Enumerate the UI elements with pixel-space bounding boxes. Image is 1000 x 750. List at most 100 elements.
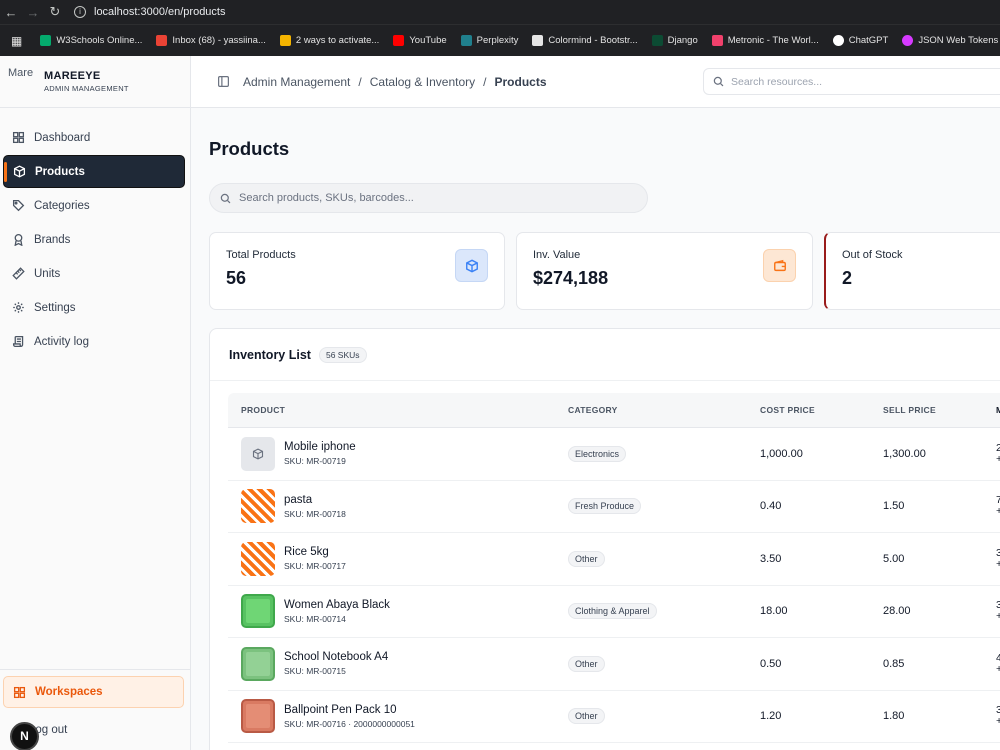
sidebar-item-dashboard[interactable]: Dashboard: [3, 121, 185, 154]
bookmark-activate[interactable]: 2 ways to activate...: [275, 35, 384, 46]
sidebar-nav: Dashboard Products Categories Brands Uni…: [0, 108, 190, 358]
product-cell: Rice 5kg SKU: MR-00717: [228, 541, 568, 576]
sidebar-item-categories[interactable]: Categories: [3, 189, 185, 222]
sidebar-toggle-icon[interactable]: [217, 75, 230, 88]
sku-count-badge: 56 SKUs: [318, 346, 367, 363]
truncated-cell: 3 +: [996, 546, 1000, 570]
cost-price-cell: 1,000.00: [760, 447, 803, 460]
inventory-card: Inventory List 56 SKUs PRODUCT CATEGORY …: [209, 328, 1000, 750]
dashboard-icon: [12, 131, 25, 144]
box-icon: [13, 165, 26, 178]
column-header-truncated[interactable]: M: [996, 405, 1000, 415]
search-icon: [220, 193, 231, 203]
column-header-category[interactable]: CATEGORY: [568, 405, 760, 415]
address-bar[interactable]: i localhost:3000/en/products: [74, 2, 225, 22]
app-shell: Mare MAREEYE ADMIN MANAGEMENT Dashboard …: [0, 56, 1000, 750]
bookmark-w3schools[interactable]: W3Schools Online...: [35, 35, 147, 46]
brand-logo: Mare: [8, 66, 34, 79]
sidebar-item-brands[interactable]: Brands: [3, 223, 185, 256]
product-name[interactable]: pasta: [284, 494, 346, 506]
brand-text: MAREEYE ADMIN MANAGEMENT: [44, 70, 129, 93]
table-row[interactable]: Ballpoint Pen Pack 10 SKU: MR-00716 · 20…: [228, 691, 1000, 743]
product-cell: Mobile iphone SKU: MR-00719: [228, 436, 568, 471]
column-header-cost-price[interactable]: COST PRICE: [760, 405, 883, 415]
sidebar-item-activity-log[interactable]: Activity log: [3, 325, 185, 358]
truncated-cell: 7 +: [996, 494, 1000, 518]
bookmark-gmail[interactable]: Inbox (68) - yassiina...: [151, 35, 270, 46]
product-name[interactable]: Rice 5kg: [284, 546, 346, 558]
workspaces-button[interactable]: Workspaces: [3, 676, 184, 708]
product-search-placeholder: Search products, SKUs, barcodes...: [239, 192, 414, 204]
site-info-icon[interactable]: i: [74, 6, 86, 18]
product-search-input[interactable]: Search products, SKUs, barcodes...: [209, 183, 648, 213]
bookmark-django[interactable]: Django: [647, 35, 703, 46]
sell-price-cell: 1.80: [883, 710, 905, 723]
table-row[interactable]: School Notebook A4 SKU: MR-00715 Other 0…: [228, 638, 1000, 691]
table-header: PRODUCT CATEGORY COST PRICE SELL PRICE M: [228, 393, 1000, 428]
main-content: Admin Management / Catalog & Inventory /…: [191, 56, 1000, 750]
product-info: School Notebook A4 SKU: MR-00715: [284, 651, 388, 676]
sidebar: Mare MAREEYE ADMIN MANAGEMENT Dashboard …: [0, 56, 191, 750]
brand[interactable]: Mare MAREEYE ADMIN MANAGEMENT: [0, 56, 190, 108]
bookmark-perplexity[interactable]: Perplexity: [456, 35, 524, 46]
next-dev-badge[interactable]: N: [10, 722, 39, 750]
truncated-cell: 3 +: [996, 704, 1000, 728]
table-row[interactable]: Rice 5kg SKU: MR-00717 Other 3.50 5.00 3…: [228, 533, 1000, 586]
sell-price-cell: 1.50: [883, 500, 905, 513]
apps-grid-icon[interactable]: ▦: [6, 34, 27, 48]
sidebar-item-label: Categories: [34, 199, 90, 212]
cost-price-cell: 18.00: [760, 605, 788, 618]
breadcrumb-separator: /: [483, 74, 487, 89]
search-icon: [713, 76, 724, 87]
box-icon: [455, 249, 488, 282]
product-image: [241, 646, 275, 681]
product-name[interactable]: Mobile iphone: [284, 441, 356, 453]
sidebar-item-products[interactable]: Products: [3, 155, 185, 188]
truncated-cell: 3 +: [996, 599, 1000, 623]
resource-search-input[interactable]: Search resources...: [703, 68, 1000, 95]
breadcrumb-current: Products: [494, 74, 547, 89]
back-icon[interactable]: ←: [0, 5, 22, 20]
breadcrumb-item[interactable]: Catalog & Inventory: [370, 75, 475, 89]
category-cell: Clothing & Apparel: [568, 603, 760, 620]
product-image: [241, 489, 275, 524]
sidebar-item-label: Settings: [34, 301, 76, 314]
product-name[interactable]: Ballpoint Pen Pack 10: [284, 704, 415, 716]
stat-card-total-products: Total Products 56: [209, 232, 505, 310]
bookmark-favicon: [393, 35, 405, 46]
breadcrumb-item[interactable]: Admin Management: [243, 75, 350, 89]
bookmark-youtube[interactable]: YouTube: [388, 35, 451, 46]
product-info: Mobile iphone SKU: MR-00719: [284, 441, 356, 466]
table-row[interactable]: pasta SKU: MR-00718 Fresh Produce 0.40 1…: [228, 481, 1000, 533]
sell-price-cell: 28.00: [883, 605, 911, 618]
bookmark-favicon: [651, 35, 663, 46]
category-badge: Electronics: [568, 445, 627, 462]
product-cell: School Notebook A4 SKU: MR-00715: [228, 646, 568, 681]
stat-value: $274,188: [533, 268, 609, 288]
sidebar-item-units[interactable]: Units: [3, 257, 185, 290]
bookmark-chatgpt[interactable]: ChatGPT: [828, 35, 894, 46]
column-header-sell-price[interactable]: SELL PRICE: [883, 405, 996, 415]
product-name[interactable]: Women Abaya Black: [284, 599, 390, 611]
product-cell: pasta SKU: MR-00718: [228, 489, 568, 524]
column-header-product[interactable]: PRODUCT: [228, 405, 568, 415]
ruler-icon: [12, 267, 25, 280]
brand-name: MAREEYE: [44, 70, 101, 82]
sidebar-item-label: Dashboard: [34, 131, 91, 144]
reload-icon[interactable]: ↻: [44, 4, 66, 20]
sidebar-item-settings[interactable]: Settings: [3, 291, 185, 324]
product-info: Rice 5kg SKU: MR-00717: [284, 546, 346, 571]
bookmark-metronic[interactable]: Metronic - The Worl...: [707, 35, 824, 46]
product-sku: SKU: MR-00719: [284, 456, 346, 467]
bookmark-jwt[interactable]: JSON Web Tokens -...: [897, 35, 1000, 46]
forward-icon[interactable]: →: [22, 5, 44, 20]
category-badge: Other: [568, 550, 605, 567]
product-name[interactable]: School Notebook A4: [284, 651, 388, 663]
product-info: pasta SKU: MR-00718: [284, 494, 346, 519]
sell-price-cell: 1,300.00: [883, 447, 926, 460]
url-text: localhost:3000/en/products: [94, 6, 226, 18]
bookmark-colormind[interactable]: Colormind - Bootstr...: [527, 35, 642, 46]
table-row[interactable]: Mobile iphone SKU: MR-00719 Electronics …: [228, 428, 1000, 481]
table-row[interactable]: Women Abaya Black SKU: MR-00714 Clothing…: [228, 586, 1000, 638]
category-cell: Other: [568, 550, 760, 567]
